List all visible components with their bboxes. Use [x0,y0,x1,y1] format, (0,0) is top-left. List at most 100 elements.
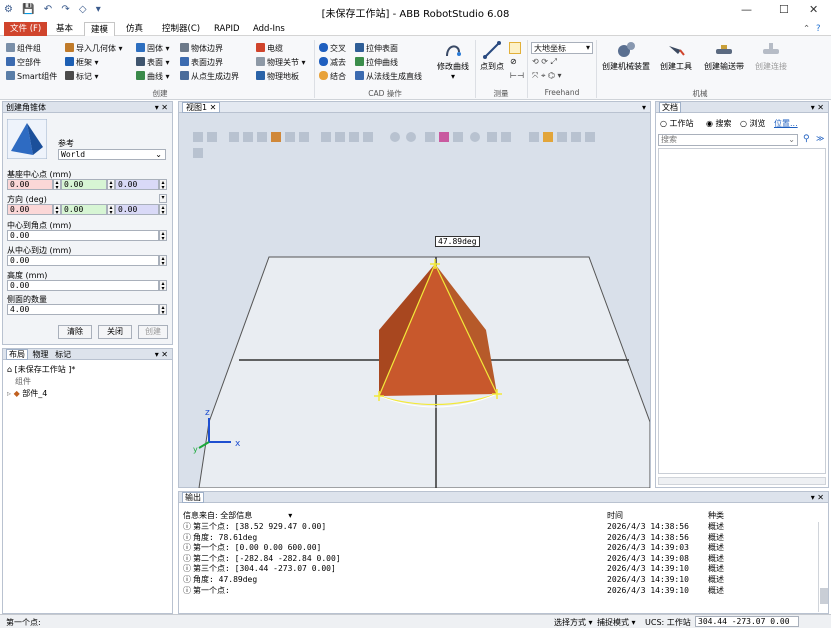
min-distance-icon[interactable]: ⊢⊣ [510,71,524,80]
search-icon[interactable]: ⚲ [803,134,810,144]
sides-spinner[interactable]: ▴ ▾ [159,304,167,316]
viewport-menu-icon[interactable]: ▾ [642,102,646,113]
output-row[interactable]: ⓘ 角度: 78.61deg 2026/4/3 14:38:56 概述 [183,533,823,543]
close-button[interactable]: 关闭 [98,325,132,339]
clear-button[interactable]: 清除 [58,325,92,339]
frame-button[interactable]: 框架 ▾ [65,57,99,68]
extrude-curve-button[interactable]: 拉伸曲线 [355,57,398,68]
scene-canvas[interactable]: z x y [179,114,650,488]
maximize-button[interactable]: ☐ [779,3,789,16]
base-center-x-input[interactable]: 0.00 [7,179,53,190]
marker-button[interactable]: 标记 ▾ [65,71,99,82]
tab-rapid[interactable]: RAPID [208,22,246,36]
modify-curve-button[interactable]: 修改曲线 ▾ [432,40,474,82]
create-mechanism-button[interactable]: 创建机械装置 [598,40,654,72]
height-input[interactable]: 0.00 [7,280,159,291]
tab-physics[interactable]: 物理 [31,350,51,359]
output-row[interactable]: ⓘ 第一个点: [0.00 0.00 600.00] 2026/4/3 14:39:… [183,543,823,553]
create-connection-button[interactable]: 创建连接 [750,40,792,72]
help-icon[interactable]: ? [810,22,827,36]
center-to-edge-input[interactable]: 0.00 [7,255,159,266]
tab-simulation[interactable]: 仿真 [120,22,149,36]
border-from-points-button[interactable]: 从点生成边界 [180,71,239,82]
output-scrollbar[interactable] [818,522,828,612]
empty-part-button[interactable]: 空部件 [6,57,41,68]
angle-measure-icon[interactable] [509,42,521,54]
smart-component-button[interactable]: Smart组件 [6,71,57,82]
sides-input[interactable]: 4.00 [7,304,159,315]
base-center-z-spinner[interactable]: ▴ ▾ [159,179,167,191]
create-tool-button[interactable]: 创建工具 [656,40,696,72]
expand-options-icon[interactable]: ≫ [816,134,824,143]
base-center-y-spinner[interactable]: ▴ ▾ [107,179,115,191]
physics-joint-button[interactable]: 物理关节 ▾ [256,57,306,68]
output-source-select[interactable]: 信息来自: 全部信息 ▾ [183,510,292,521]
base-center-y-input[interactable]: 0.00 [61,179,107,190]
select-mode-dropdown[interactable]: 选择方式 ▾ [554,617,593,628]
reference-frame-select[interactable]: 大地坐标 ▾ [531,42,593,54]
import-geometry-button[interactable]: 导入几何体 ▾ [65,43,123,54]
orientation-z-input[interactable]: 0.00 [115,204,159,215]
docs-search-input[interactable]: 搜索 ⌄ [658,134,798,146]
output-row[interactable]: ⓘ 第二个点: [-282.84 -282.84 0.00] 2026/4/3 14… [183,554,823,564]
tab-home[interactable]: 基本 [50,22,79,36]
pin-close-icons[interactable]: ▾ ✕ [155,102,168,113]
tab-file[interactable]: 文件 (F) [4,22,48,36]
location-link[interactable]: 位置... [774,118,798,129]
component-group-button[interactable]: 组件组 [6,43,41,54]
intersect-button[interactable]: 交叉 [319,43,346,54]
orientation-y-spinner[interactable]: ▴ ▾ [107,204,115,216]
center-to-edge-spinner[interactable]: ▴ ▾ [159,255,167,267]
freehand-move-icons[interactable]: ⟲ ⟳ ⤢ [532,57,557,67]
orientation-expand-icon[interactable]: ▾ [159,194,167,203]
output-title[interactable]: 输出 [182,492,204,503]
documents-scrollbar[interactable] [658,477,826,485]
line-from-normal-button[interactable]: 从法线生成直线 [355,71,422,82]
close-button[interactable]: ✕ [809,3,818,16]
documents-title[interactable]: 文档 [659,102,681,113]
subtract-button[interactable]: 减去 [319,57,346,68]
height-spinner[interactable]: ▴ ▾ [159,280,167,292]
tab-view1[interactable]: 视图1 ✕ [182,102,221,113]
tab-addins[interactable]: Add-Ins [247,22,291,36]
physics-floor-button[interactable]: 物理地板 [256,71,299,82]
surface-button[interactable]: 表面 ▾ [136,57,170,68]
center-to-corner-input[interactable]: 0.00 [7,230,159,241]
curve-button[interactable]: 曲线 ▾ [136,71,170,82]
output-row[interactable]: ⓘ 第一个点: 2026/4/3 14:39:10 概述 [183,586,823,596]
tab-tags[interactable]: 标记 [53,350,73,359]
diameter-measure-icon[interactable]: ⊘ [510,57,517,66]
components-node[interactable]: 组件 [15,376,31,387]
union-button[interactable]: 结合 [319,71,346,82]
surface-border-button[interactable]: 表面边界 [180,57,223,68]
tab-controller[interactable]: 控制器(C) [156,22,206,36]
orientation-x-spinner[interactable]: ▴ ▾ [53,204,61,216]
reference-select[interactable]: World ⌄ [58,149,166,160]
minimize-button[interactable]: — [741,3,752,16]
documents-list[interactable] [658,148,826,474]
station-node[interactable]: ⌂ [未保存工作站 ]* [7,364,75,375]
orientation-z-spinner[interactable]: ▴ ▾ [159,204,167,216]
output-row[interactable]: ⓘ 第三个点: [38.52 929.47 0.00] 2026/4/3 14:38… [183,522,823,532]
extrude-surface-button[interactable]: 拉伸表面 [355,43,398,54]
radio-browse[interactable]: ○ 浏览 [740,118,766,129]
orientation-x-input[interactable]: 0.00 [7,204,53,215]
pin-close-icons[interactable]: ▾ ✕ [811,102,824,113]
part-node[interactable]: ▹ ◆ 部件_4 [7,388,47,399]
create-conveyor-button[interactable]: 创建输送带 [699,40,749,72]
snap-mode-dropdown[interactable]: 捕捉模式 ▾ [597,617,636,628]
radio-station[interactable]: ○ 工作站 [660,118,694,129]
center-to-corner-spinner[interactable]: ▴ ▾ [159,230,167,242]
orientation-y-input[interactable]: 0.00 [61,204,107,215]
create-button[interactable]: 创建 [138,325,168,339]
output-row[interactable]: ⓘ 角度: 47.89deg 2026/4/3 14:39:10 概述 [183,575,823,585]
solid-button[interactable]: 固体 ▾ [136,43,170,54]
radio-search[interactable]: ◉ 搜索 [706,118,732,129]
pin-close-icons[interactable]: ▾ ✕ [811,492,824,503]
base-center-z-input[interactable]: 0.00 [115,179,159,190]
freehand-jog-icons[interactable]: ⤧ ⌖ ⌬ ▾ [532,71,562,81]
output-row[interactable]: ⓘ 第三个点: [304.44 -273.07 0.00] 2026/4/3 14:… [183,564,823,574]
pin-close-icons[interactable]: ▾ ✕ [155,349,168,360]
tab-modeling[interactable]: 建模 [84,22,116,37]
cable-button[interactable]: 电缆 [256,43,283,54]
